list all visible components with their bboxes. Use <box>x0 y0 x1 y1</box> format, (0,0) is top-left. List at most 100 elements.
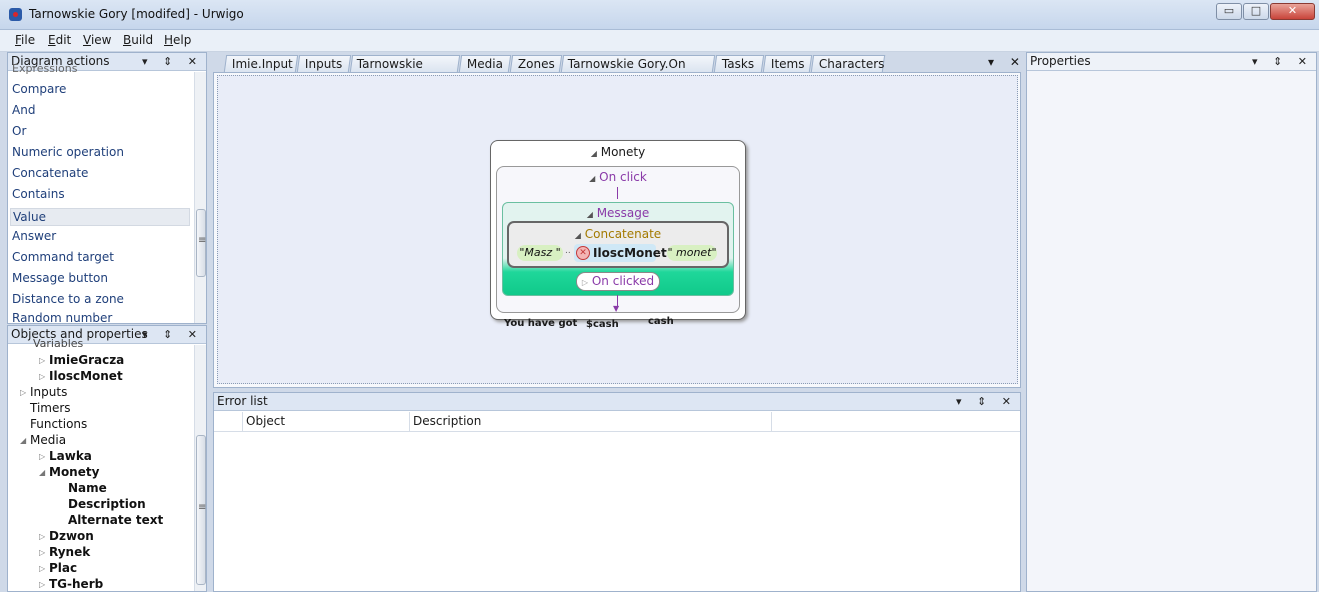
tab[interactable]: Media <box>458 55 512 72</box>
error-icon: ✕ <box>576 246 590 260</box>
actions-scrollbar[interactable] <box>194 72 206 323</box>
tab-label: Inputs <box>304 57 343 71</box>
tree-item[interactable]: IloscMonet <box>49 369 123 383</box>
note-label: $cash <box>586 319 619 330</box>
column-object[interactable]: Object <box>242 412 410 431</box>
action-item[interactable]: Distance to a zone <box>12 292 124 306</box>
panel-pin-close-icons[interactable]: ▾ ⇕ ✕ <box>142 326 203 343</box>
note-label: You have got <box>504 318 578 329</box>
action-item[interactable]: Contains <box>12 187 65 201</box>
panel-pin-close-icons[interactable]: ▾ ⇕ ✕ <box>142 53 203 70</box>
objects-panel: Objects and properties ▾ ⇕ ✕ Variables ▷… <box>7 325 207 592</box>
urwigo-app-icon <box>9 8 22 21</box>
connector-line <box>617 187 618 199</box>
string-chip[interactable]: " monet" <box>667 245 717 261</box>
diagram-canvas[interactable]: ◢ Monety ◢ On click ◢ Message ◢ Concaten… <box>217 75 1018 384</box>
menu-view[interactable]: View <box>83 33 111 47</box>
expand-toggle-icon[interactable]: ▷ <box>39 580 45 589</box>
menu-build[interactable]: Build <box>123 33 153 47</box>
action-item[interactable]: Compare <box>12 82 66 96</box>
panel-pin-close-icons[interactable]: ▾ ⇕ ✕ <box>956 393 1017 410</box>
tab-label: Media <box>466 57 503 71</box>
tree-item[interactable]: Timers <box>30 401 71 415</box>
tree-item[interactable]: Inputs <box>30 385 67 399</box>
error-list-column-header: Object Description <box>214 412 1020 432</box>
action-item[interactable]: Value <box>10 208 190 226</box>
tab-label: Characters <box>818 57 885 71</box>
minimize-button[interactable]: ▭ <box>1216 3 1242 20</box>
tab[interactable]: Zones <box>509 55 563 72</box>
tab-label: Imie.Input <box>231 57 293 71</box>
tree-item[interactable]: Description <box>68 497 146 511</box>
expand-toggle-icon[interactable]: ◢ <box>39 468 45 477</box>
action-item[interactable]: Message button <box>12 271 108 285</box>
menu-help[interactable]: Help <box>164 33 191 47</box>
action-item[interactable]: Concatenate <box>12 166 88 180</box>
diagram-actions-panel: Diagram actions ▾ ⇕ ✕ Expressions Compar… <box>7 52 207 324</box>
arrow-down-icon: ▼ <box>613 304 620 313</box>
note-label: cash <box>648 316 674 327</box>
message-label: Message <box>596 206 650 220</box>
scroll-thumb[interactable] <box>196 209 206 277</box>
expand-toggle-icon[interactable]: ▷ <box>39 372 45 381</box>
list-item-partial-bottom[interactable]: Random number <box>12 311 112 323</box>
list-item-partial: Expressions <box>12 62 78 75</box>
concat-separator: .. <box>565 246 571 256</box>
tab[interactable]: Inputs <box>296 55 352 72</box>
monety-label: Monety <box>600 145 646 159</box>
menu-build-accel: B <box>123 33 132 47</box>
close-button[interactable]: ✕ <box>1270 3 1315 20</box>
action-item[interactable]: Or <box>12 124 26 138</box>
expand-toggle-icon[interactable]: ▷ <box>20 388 26 397</box>
panel-pin-close-icons[interactable]: ▾ ⇕ ✕ <box>1252 53 1313 70</box>
tab-label: Tasks <box>721 57 755 71</box>
expand-toggle-icon[interactable]: ▷ <box>39 532 45 541</box>
tab[interactable]: Tarnowskie Gory <box>349 55 461 87</box>
tree-item[interactable]: Alternate text <box>68 513 163 527</box>
tree-item[interactable]: Functions <box>30 417 87 431</box>
tree-item[interactable]: Media <box>30 433 66 447</box>
action-item[interactable]: Answer <box>12 229 56 243</box>
tree-item[interactable]: Dzwon <box>49 529 94 543</box>
scroll-thumb[interactable] <box>196 435 206 585</box>
expand-toggle-icon[interactable]: ▷ <box>39 564 45 573</box>
action-item[interactable]: Numeric operation <box>12 145 124 159</box>
tree-item[interactable]: Plac <box>49 561 77 575</box>
tab[interactable]: Items <box>762 55 813 72</box>
tab[interactable]: Imie.Input <box>223 55 299 72</box>
expand-toggle-icon[interactable]: ▷ <box>39 452 45 461</box>
tree-item[interactable]: Lawka <box>49 449 92 463</box>
variable-label: IloscMonet <box>593 246 667 260</box>
tree-item-variables[interactable]: Variables <box>33 337 83 350</box>
window-title: Tarnowskie Gory [modifed] - Urwigo <box>29 7 244 21</box>
menu-file[interactable]: File <box>15 33 35 47</box>
concatenate-title: ◢ Concatenate <box>574 227 662 241</box>
tree-item[interactable]: Monety <box>49 465 99 479</box>
on-clicked-button[interactable]: ▷ On clicked <box>576 272 660 291</box>
tree-item[interactable]: Name <box>68 481 107 495</box>
column-description[interactable]: Description <box>410 412 772 431</box>
maximize-button[interactable]: □ <box>1243 3 1269 20</box>
concatenate-label: Concatenate <box>584 227 662 241</box>
tree-item[interactable]: TG-herb <box>49 577 103 591</box>
action-item[interactable]: Command target <box>12 250 114 264</box>
menu-file-label: ile <box>21 33 36 47</box>
tab-menu-close-icons[interactable]: ▾ ✕ <box>988 55 1026 69</box>
tab[interactable]: Tarnowskie Gory.On start <box>560 55 716 87</box>
variable-chip[interactable]: ✕ IloscMonet <box>574 244 667 262</box>
menu-help-label: elp <box>173 33 192 47</box>
expand-toggle-icon[interactable]: ▷ <box>39 548 45 557</box>
tree-item[interactable]: Rynek <box>49 545 90 559</box>
objects-scrollbar[interactable] <box>194 345 206 591</box>
string-chip[interactable]: "Masz " <box>517 245 563 261</box>
menu-edit[interactable]: Edit <box>48 33 71 47</box>
error-list-title: Error list <box>217 394 268 408</box>
expand-toggle-icon[interactable]: ◢ <box>20 436 26 445</box>
menu-view-label: iew <box>90 33 112 47</box>
menu-view-accel: V <box>83 33 91 47</box>
tree-item[interactable]: ImieGracza <box>49 353 124 367</box>
tab[interactable]: Tasks <box>713 55 765 72</box>
action-item[interactable]: And <box>12 103 35 117</box>
expand-toggle-icon[interactable]: ▷ <box>39 356 45 365</box>
tab[interactable]: Characters <box>810 55 886 72</box>
